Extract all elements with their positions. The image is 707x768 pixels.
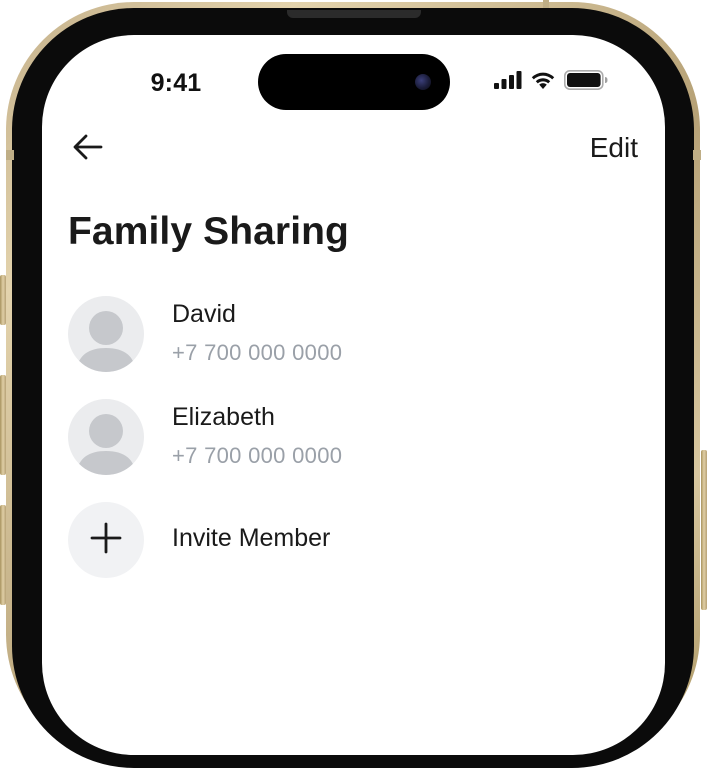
frame-antenna-band xyxy=(543,0,549,8)
front-camera xyxy=(415,74,431,90)
member-phone: +7 700 000 0000 xyxy=(172,340,343,365)
wifi-icon xyxy=(530,70,556,94)
person-icon xyxy=(76,414,136,475)
status-icons xyxy=(494,69,608,95)
volume-up-button xyxy=(0,375,6,475)
speaker-grille xyxy=(287,10,421,18)
phone-screen: 9:41 Edit Family Sharing David +7 700 00… xyxy=(42,35,665,755)
member-name: David xyxy=(172,300,236,328)
side-power-button xyxy=(701,450,707,610)
plus-icon xyxy=(89,521,123,560)
back-button[interactable] xyxy=(70,131,106,167)
member-row-david[interactable]: David +7 700 000 0000 xyxy=(68,296,628,374)
member-phone: +7 700 000 0000 xyxy=(172,443,343,468)
person-icon xyxy=(76,311,136,372)
add-circle xyxy=(68,502,144,578)
edit-button[interactable]: Edit xyxy=(590,132,638,164)
frame-antenna-band xyxy=(693,150,701,160)
member-row-elizabeth[interactable]: Elizabeth +7 700 000 0000 xyxy=(68,399,628,477)
member-name: Elizabeth xyxy=(172,403,275,431)
arrow-left-icon xyxy=(72,133,104,166)
volume-down-button xyxy=(0,505,6,605)
battery-icon xyxy=(564,69,608,95)
dynamic-island xyxy=(258,54,450,110)
avatar-placeholder xyxy=(68,399,144,475)
invite-member-button[interactable]: Invite Member xyxy=(68,502,628,580)
frame-antenna-band xyxy=(6,150,14,160)
page-title: Family Sharing xyxy=(68,210,349,253)
invite-member-label: Invite Member xyxy=(172,524,331,552)
status-time: 9:41 xyxy=(150,69,202,97)
action-button xyxy=(0,275,6,325)
avatar-placeholder xyxy=(68,296,144,372)
cellular-signal-icon xyxy=(494,70,522,94)
